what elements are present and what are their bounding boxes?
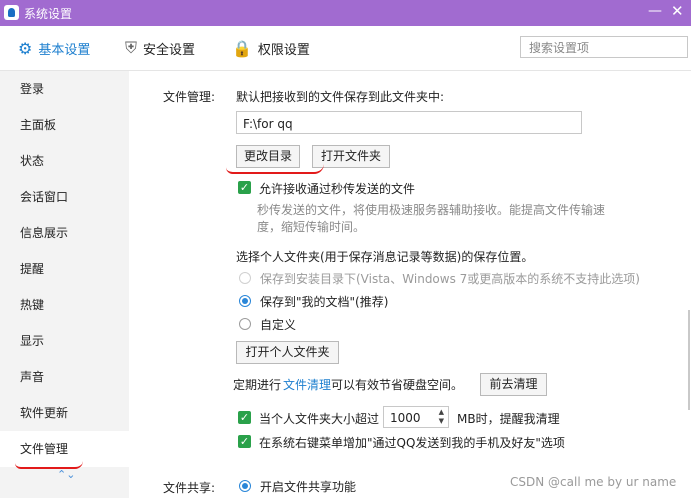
enable-sharing-label: 开启文件共享功能 [260,480,357,494]
context-menu-label: 在系统右键菜单增加"通过QQ发送到我的手机及好友"选项 [259,436,565,450]
sidebar-item-chat-window[interactable]: 会话窗口 [0,179,129,215]
file-sharing-section-label: 文件共享: [163,481,216,495]
sidebar-item-status[interactable]: 状态 [0,143,129,179]
sidebar-item-hotkeys[interactable]: 热键 [0,287,129,323]
size-limit-suffix: MB时，提醒我清理 [457,412,560,426]
save-folder-text: 默认把接收到的文件保存到此文件夹中: [236,90,445,104]
red-annotation-underline [226,164,324,174]
tab-bar: ⚙ 基本设置 ⛨ 安全设置 🔒 权限设置 [0,26,691,71]
radio-my-documents[interactable] [239,295,251,307]
tab-basic-settings[interactable]: ⚙ 基本设置 [18,26,90,70]
go-cleanup-button[interactable]: 前去清理 [480,373,547,396]
file-management-section-label: 文件管理: [163,90,216,104]
instant-send-description: 秒传发送的文件，将使用极速服务器辅助接收。能提高文件传输速 [257,203,606,217]
size-limit-prefix: 当个人文件夹大小超过 [259,412,380,426]
sidebar-item-software-update[interactable]: 软件更新 [0,395,129,431]
minimize-icon[interactable]: — [648,3,662,19]
size-limit-checkbox[interactable]: ✓ [238,411,251,424]
radio-enable-sharing[interactable] [239,480,251,492]
sidebar-item-sound[interactable]: 声音 [0,359,129,395]
size-limit-stepper[interactable]: ▲▼ [383,406,449,428]
save-path-field[interactable] [236,111,582,134]
sidebar-item-display[interactable]: 显示 [0,323,129,359]
content-scrollbar[interactable] [688,310,690,410]
personal-folder-title: 选择个人文件夹(用于保存消息记录等数据)的保存位置。 [236,250,534,264]
tab-label: 基本设置 [38,42,91,58]
window-title: 系统设置 [24,7,73,21]
stepper-arrows-icon[interactable]: ▲ ▼ [439,408,444,426]
cleanup-prefix: 定期进行 [233,378,282,392]
sidebar-scroll-chevron-icon[interactable]: ⌃⌄ [57,469,75,480]
search-input[interactable] [527,38,681,58]
size-limit-input[interactable] [388,408,432,428]
lock-icon: 🔒 [232,38,252,58]
sidebar-item-main-panel[interactable]: 主面板 [0,107,129,143]
save-path-input[interactable] [241,113,575,134]
file-cleanup-link[interactable]: 文件清理 [283,376,331,393]
radio-my-documents-label: 保存到"我的文档"(推荐) [260,295,389,309]
tab-security-settings[interactable]: ⛨ 安全设置 [125,26,195,70]
tab-label: 权限设置 [257,42,310,58]
csdn-watermark: CSDN @call me by ur name [510,475,677,489]
title-bar: 系统设置 — ✕ [0,0,691,26]
search-box[interactable] [520,36,688,58]
sidebar: 登录 主面板 状态 会话窗口 信息展示 提醒 热键 显示 声音 软件更新 文件管… [0,71,129,498]
sidebar-item-reminder[interactable]: 提醒 [0,251,129,287]
sidebar-item-login[interactable]: 登录 [0,71,129,107]
context-menu-checkbox[interactable]: ✓ [238,435,251,448]
radio-custom-label: 自定义 [260,318,297,332]
gear-icon: ⚙ [18,38,33,58]
radio-custom[interactable] [239,318,251,330]
shield-icon: ⛨ [125,38,138,57]
sidebar-item-info-display[interactable]: 信息展示 [0,215,129,251]
instant-send-checkbox[interactable]: ✓ [238,181,251,194]
instant-send-label: 允许接收通过秒传发送的文件 [259,182,416,196]
instant-send-description: 度，缩短传输时间。 [257,220,366,234]
open-personal-folder-button[interactable]: 打开个人文件夹 [236,341,339,364]
radio-install-dir [239,272,251,284]
radio-install-dir-label: 保存到安装目录下(Vista、Windows 7或更高版本的系统不支持此选项) [260,272,640,286]
close-icon[interactable]: ✕ [671,2,684,20]
tab-permission-settings[interactable]: 🔒 权限设置 [232,26,310,70]
cleanup-suffix: 可以有效节省硬盘空间。 [331,378,464,392]
tab-label: 安全设置 [143,42,196,58]
qq-app-icon [4,5,19,20]
